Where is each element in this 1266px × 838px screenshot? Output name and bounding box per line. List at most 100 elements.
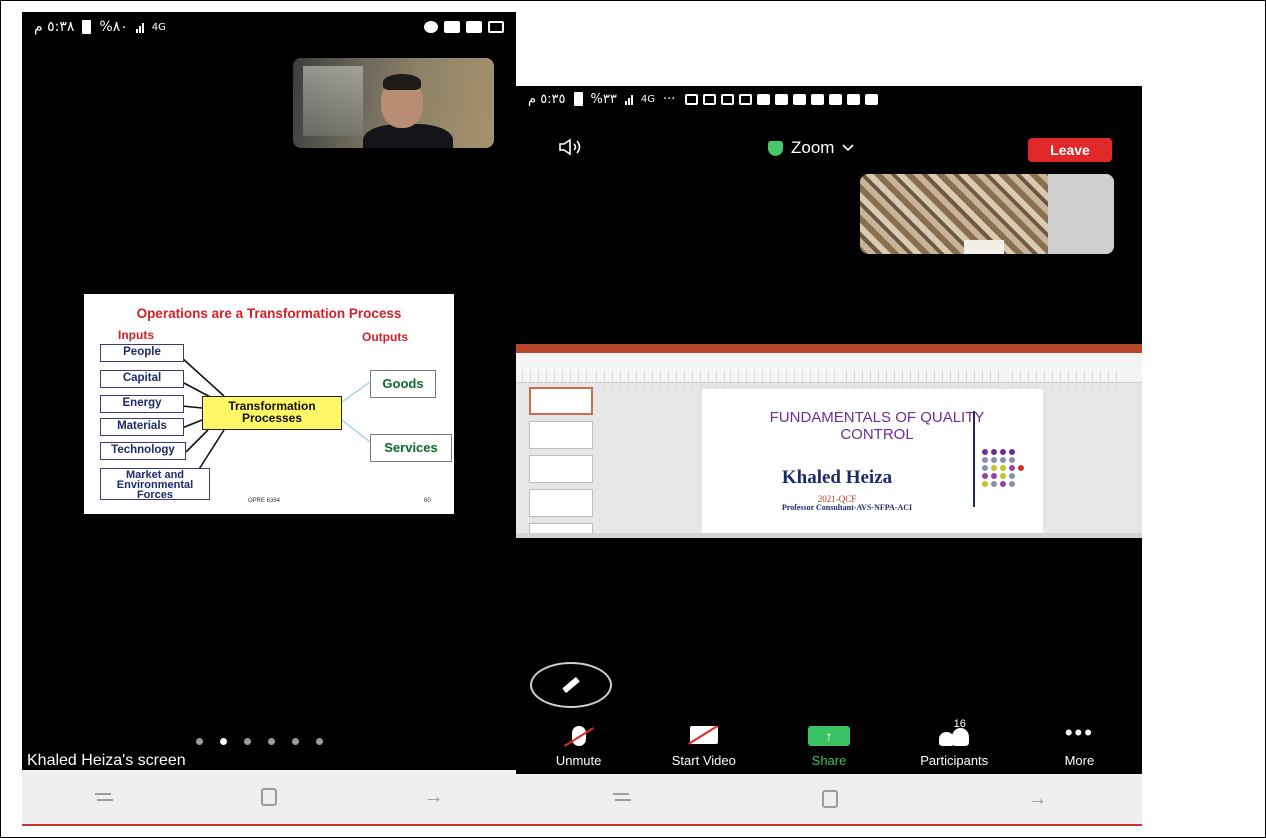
arrow-materials: [181, 419, 203, 429]
person-hair: [383, 74, 421, 90]
right-status-bar: ٥:٣٥ م %٣٣ 4G ···: [516, 86, 1142, 112]
home-nav-button[interactable]: [249, 782, 289, 812]
leave-button[interactable]: Leave: [1028, 138, 1112, 162]
share-label: Share: [811, 753, 847, 768]
input-market-forces: Market and Environmental Forces: [100, 468, 210, 501]
ribbon-group: [846, 370, 1006, 388]
video-icon: [444, 21, 460, 33]
participants-count: 16: [953, 718, 966, 730]
share-button[interactable]: ↑ Share: [766, 722, 891, 772]
mail-icon: [721, 93, 735, 105]
speaker-button[interactable]: [558, 138, 588, 161]
status-time: ٥:٣٥ م: [528, 91, 566, 107]
video-off-icon: [687, 725, 718, 745]
ppt-presenter-name: Khaled Heiza: [781, 467, 893, 488]
message-icon: [829, 93, 843, 105]
more-dots-icon: •••: [1064, 720, 1094, 745]
input-materials: Materials: [100, 418, 184, 436]
transformation-process-box: Transformation Processes: [202, 396, 342, 430]
start-video-label: Start Video: [671, 753, 736, 768]
shared-powerpoint-window: FUNDAMENTALS OF QUALITY CONTROL Khaled H…: [516, 344, 1142, 538]
forward-arrow-icon: →: [423, 785, 444, 808]
status-battery: %٣٣: [590, 91, 617, 107]
unmute-button[interactable]: Unmute: [516, 722, 641, 772]
slide-thumbnails-pane: [516, 383, 600, 538]
left-status-bar: ٥:٣٨ م %٨٠ 4G: [22, 12, 516, 42]
meeting-title-button[interactable]: Zoom: [768, 138, 855, 158]
message-icon: [865, 93, 879, 105]
home-nav-button[interactable]: [821, 790, 838, 808]
background-object: [964, 240, 1004, 254]
recent-nav-button[interactable]: →: [1027, 788, 1047, 811]
page-dot[interactable]: [244, 738, 251, 745]
microphone-muted-icon: [563, 726, 594, 747]
ribbon-group: [730, 370, 840, 388]
slide-page-number: 60: [424, 498, 431, 504]
message-icon: [775, 93, 789, 105]
slide-thumbnail-selected[interactable]: [529, 387, 593, 415]
start-video-button[interactable]: Start Video: [641, 722, 766, 772]
mail-icon: [488, 21, 504, 33]
ppt-subtitle: Professor Consultant-AVS-NFPA-ACI: [781, 503, 913, 512]
status-battery: %٨٠: [99, 19, 128, 35]
share-arrow-icon: ↑: [808, 726, 850, 746]
page-indicator[interactable]: [196, 738, 323, 745]
more-label: More: [1064, 753, 1095, 768]
status-network: 4G: [640, 93, 655, 105]
meeting-title: Zoom: [791, 138, 835, 157]
image-icon: [466, 21, 482, 33]
input-technology: Technology: [100, 442, 186, 460]
ppt-slide-title: FUNDAMENTALS OF QUALITY CONTROL: [769, 409, 985, 443]
shield-icon: [768, 140, 783, 156]
red-divider-line: [22, 824, 1142, 826]
message-icon: [793, 93, 807, 105]
battery-icon: [82, 20, 92, 34]
image-icon: [757, 93, 771, 105]
meeting-toolbar: Unmute Start Video ↑ Share 16 Participan…: [516, 718, 1142, 772]
output-goods: Goods: [370, 370, 436, 398]
annotate-button[interactable]: [530, 662, 612, 708]
recent-nav-button[interactable]: →: [414, 782, 454, 812]
page-dot[interactable]: [316, 738, 323, 745]
home-nav-icon: [260, 788, 277, 806]
chevron-down-icon: [842, 144, 855, 152]
back-nav-button[interactable]: [611, 789, 633, 810]
signal-icon: [624, 93, 633, 105]
ppt-title-bar: [516, 344, 1142, 353]
ppt-status-bar: [516, 533, 1142, 538]
pen-icon: [562, 676, 580, 694]
page-dot-active[interactable]: [220, 738, 227, 745]
page-dot[interactable]: [292, 738, 299, 745]
participants-label: Participants: [920, 753, 989, 768]
input-energy: Energy: [100, 395, 184, 413]
back-nav-button[interactable]: [84, 782, 124, 812]
home-nav-icon: [821, 790, 838, 808]
slide-thumbnail[interactable]: [529, 489, 593, 517]
unmute-label: Unmute: [555, 753, 602, 768]
background-wall: [1048, 174, 1114, 254]
input-capital: Capital: [100, 370, 184, 388]
signal-icon: [135, 21, 144, 33]
slide-footer-code: OPRE 6364: [248, 498, 281, 504]
message-icon: [847, 93, 861, 105]
left-phone-screen: ٥:٣٨ م %٨٠ 4G Operations are a Transform…: [22, 12, 516, 824]
status-more: ···: [662, 91, 676, 107]
background-window: [303, 66, 363, 136]
back-nav-icon: [95, 793, 114, 801]
page-dot[interactable]: [196, 738, 203, 745]
slide-thumbnail[interactable]: [529, 455, 593, 483]
ppt-ribbon: [516, 353, 1142, 388]
status-network: 4G: [151, 21, 166, 33]
mail-icon: [685, 93, 699, 105]
self-video-thumbnail[interactable]: [860, 174, 1114, 254]
message-icon: [811, 93, 825, 105]
participants-button[interactable]: 16 Participants: [892, 718, 1017, 772]
ribbon-group: [1012, 370, 1122, 388]
slide-thumbnail[interactable]: [529, 421, 593, 449]
input-people: People: [100, 344, 184, 362]
right-phone-screen: ٥:٣٥ م %٣٣ 4G ··· Zoom Leave FUNDAMENTAL…: [516, 86, 1142, 824]
participant-video-thumbnail[interactable]: [293, 58, 494, 148]
arrow-technology: [185, 429, 209, 453]
page-dot[interactable]: [268, 738, 275, 745]
more-button[interactable]: ••• More: [1017, 722, 1142, 772]
